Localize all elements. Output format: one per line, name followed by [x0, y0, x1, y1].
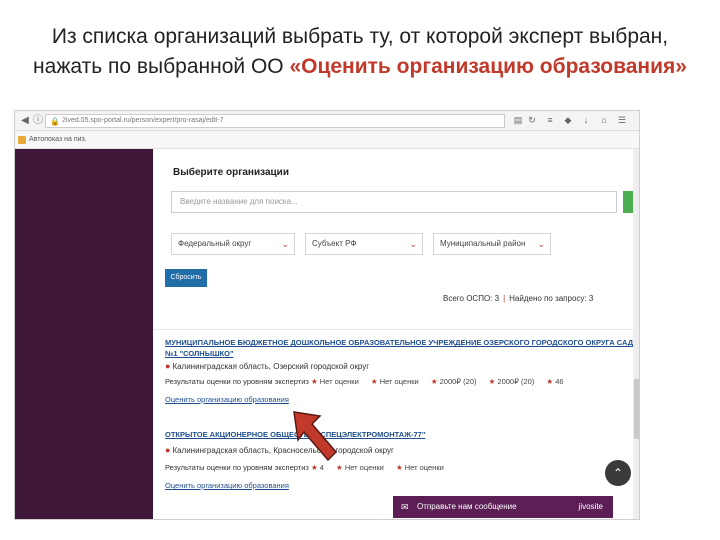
- search-button[interactable]: [623, 191, 633, 213]
- scrollbar-thumb[interactable]: [634, 379, 639, 439]
- stats-line: Всего ОСПО: 3 | Найдено по запросу: 3: [443, 294, 593, 303]
- star-icon: ★: [546, 377, 556, 386]
- star-icon: ★: [430, 377, 440, 386]
- filter-federal-district[interactable]: Федеральный округ ⌄: [171, 233, 295, 255]
- org-address-text: Калининградская область, Озерский городс…: [172, 362, 370, 371]
- rate-org-link-2[interactable]: Оценить организацию образования: [165, 481, 289, 490]
- bookmark-icon: [18, 136, 26, 144]
- result-value: 46: [555, 377, 564, 386]
- star-icon: ★: [310, 377, 320, 386]
- chat-label: Отправьте нам сообщение: [417, 502, 517, 511]
- shield-icon[interactable]: ◆: [563, 115, 573, 126]
- library-icon[interactable]: ≡: [545, 115, 555, 126]
- search-input[interactable]: Введите название для поиска...: [171, 191, 617, 213]
- org-address-1: ● Калининградская область, Озерский город…: [165, 361, 369, 371]
- star-icon: ★: [395, 463, 405, 472]
- slide-title: Из списка организаций выбрать ту, от кот…: [30, 22, 690, 82]
- results-label: Результаты оценки по уровням экспертиз: [165, 463, 309, 472]
- chevron-up-icon: ⌃: [612, 466, 624, 480]
- bookmarks-bar: Автопоказ на пиз.: [15, 131, 639, 149]
- filter-label: Федеральный округ: [178, 239, 252, 248]
- chat-brand: jivosite: [578, 502, 603, 511]
- slide-title-highlight: «Оценить организацию образования»: [289, 55, 687, 78]
- org-results-1: Результаты оценки по уровням экспертиз ★…: [165, 377, 574, 386]
- reader-icon[interactable]: ▤: [513, 115, 523, 126]
- org-title-1[interactable]: Муниципальное бюджетное дошкольное образ…: [165, 337, 635, 359]
- result-value: Нет оценки: [379, 377, 419, 386]
- chevron-down-icon: ⌄: [281, 239, 289, 249]
- main-content: Выберите организации Введите название дл…: [153, 149, 639, 519]
- scroll-up-button[interactable]: ⌃: [605, 460, 631, 486]
- menu-icon[interactable]: ☰: [617, 115, 627, 126]
- address-bar[interactable]: 🔒 2ived.05.spo-portal.ru/person/expert/p…: [45, 114, 505, 128]
- filter-label: Субъект РФ: [312, 239, 357, 248]
- result-value: 2000₽ (20): [497, 377, 535, 386]
- chat-widget[interactable]: ✉ Отправьте нам сообщение jivosite: [393, 496, 613, 518]
- location-pin-icon: ●: [165, 445, 171, 455]
- org-title-2[interactable]: Открытое акционерное общество "Спецэлект…: [165, 429, 635, 440]
- reload-icon[interactable]: ↻: [527, 115, 537, 126]
- left-sidebar: [15, 149, 153, 519]
- result-value: 2000₽ (20): [439, 377, 477, 386]
- mail-icon: ✉: [401, 502, 409, 512]
- chevron-down-icon: ⌄: [537, 239, 545, 249]
- results-label: Результаты оценки по уровням экспертиз: [165, 377, 309, 386]
- pointer-arrow-icon: [293, 411, 338, 462]
- reset-button[interactable]: Сбросить: [165, 269, 207, 287]
- stats-separator: |: [503, 294, 506, 303]
- filter-label: Муниципальный район: [440, 239, 526, 248]
- lock-icon: 🔒: [50, 117, 60, 126]
- result-value: Нет оценки: [319, 377, 359, 386]
- result-value: Нет оценки: [404, 463, 444, 472]
- arrow-shape: [293, 411, 338, 462]
- divider: [153, 329, 639, 330]
- filter-region[interactable]: Субъект РФ ⌄: [305, 233, 423, 255]
- info-icon[interactable]: ⓘ: [32, 115, 44, 127]
- back-icon[interactable]: ◀: [19, 115, 31, 127]
- stats-total: Всего ОСПО: 3: [443, 294, 500, 303]
- scrollbar[interactable]: [633, 149, 639, 519]
- chevron-down-icon: ⌄: [409, 239, 417, 249]
- org-address-2: ● Калининградская область, Красносельский…: [165, 445, 394, 455]
- browser-toolbar: ◀ ⓘ 🔒 2ived.05.spo-portal.ru/person/expe…: [15, 111, 639, 131]
- result-value: Нет оценки: [344, 463, 384, 472]
- address-bar-url: 2ived.05.spo-portal.ru/person/expert/pro…: [62, 117, 224, 124]
- rate-org-link-1[interactable]: Оценить организацию образования: [165, 395, 289, 404]
- location-pin-icon: ●: [165, 361, 171, 371]
- star-icon: ★: [370, 377, 380, 386]
- filter-municipality[interactable]: Муниципальный район ⌄: [433, 233, 551, 255]
- org-address-text: Калининградская область, Красносельский …: [172, 446, 394, 455]
- section-title: Выберите организации: [173, 167, 289, 178]
- home-icon[interactable]: ⌂: [599, 115, 609, 126]
- bookmark-item[interactable]: Автопоказ на пиз.: [29, 136, 87, 143]
- stats-found: Найдено по запросу: 3: [509, 294, 594, 303]
- download-icon[interactable]: ↓: [581, 115, 591, 126]
